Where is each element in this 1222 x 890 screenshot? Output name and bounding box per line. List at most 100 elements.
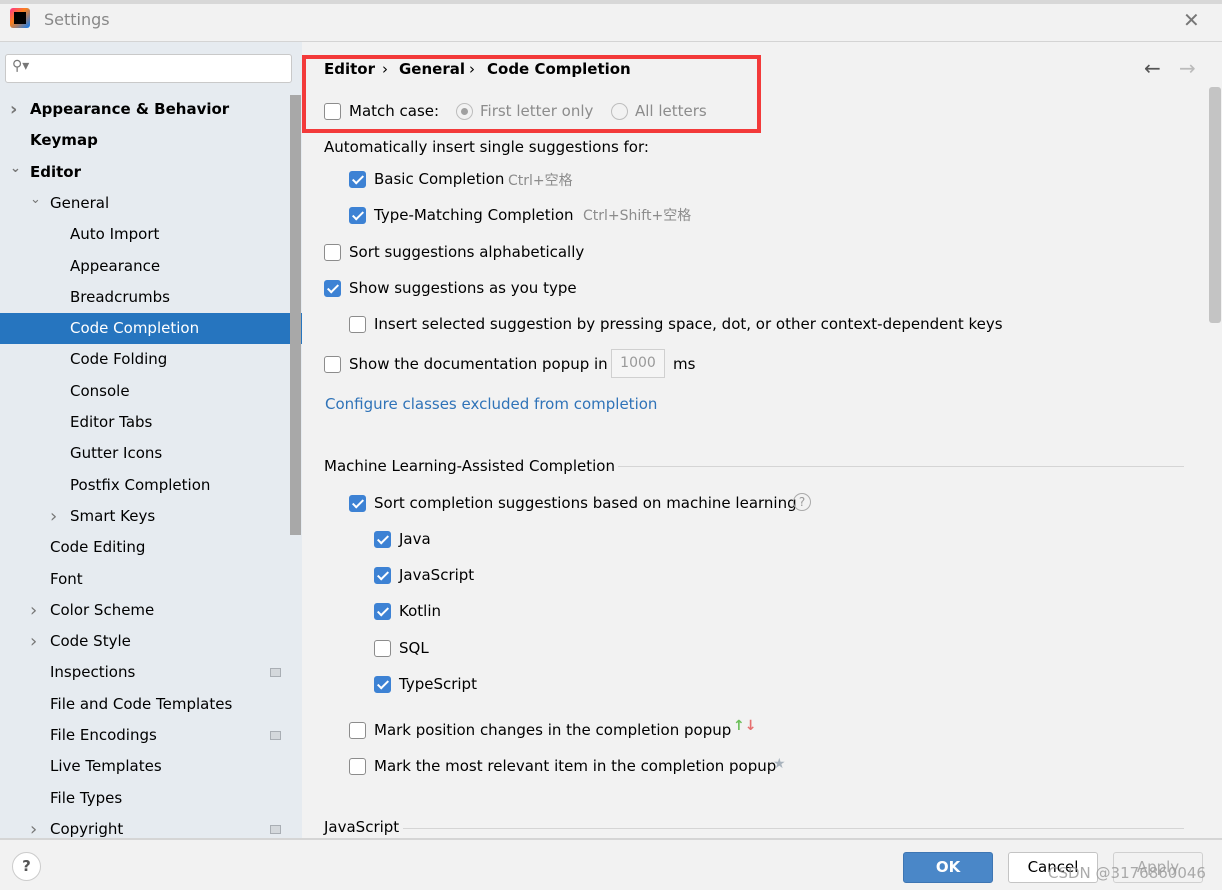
- sidebar-item-label: Smart Keys: [70, 506, 156, 525]
- ml-language-label: JavaScript: [399, 566, 475, 585]
- search-input[interactable]: ⚲▾: [5, 54, 292, 83]
- basic-completion-checkbox[interactable]: [349, 171, 366, 188]
- sidebar-item-label: Code Completion: [70, 319, 200, 338]
- insert-selected-checkbox[interactable]: [349, 316, 366, 333]
- sidebar-item-font[interactable]: Font: [0, 564, 290, 595]
- sidebar-item-keymap[interactable]: Keymap: [0, 125, 290, 156]
- sort-alpha-label: Sort suggestions alphabetically: [349, 243, 585, 261]
- back-arrow-icon[interactable]: ←: [1144, 56, 1161, 80]
- mark-position-label: Mark position changes in the completion …: [374, 721, 732, 739]
- breadcrumb-separator: ›: [469, 60, 475, 78]
- mark-relevant-label: Mark the most relevant item in the compl…: [374, 757, 777, 775]
- sidebar-item-label: Keymap: [30, 131, 98, 150]
- star-icon: ★: [773, 756, 786, 772]
- chevron-right-icon[interactable]: ›: [30, 626, 37, 657]
- sidebar-item-label: Postfix Completion: [70, 475, 211, 494]
- sidebar-item-color-scheme[interactable]: › Color Scheme: [0, 595, 290, 626]
- show-as-type-checkbox[interactable]: [324, 280, 341, 297]
- ml-sort-label: Sort completion suggestions based on mac…: [374, 494, 797, 512]
- mark-relevant-checkbox[interactable]: [349, 758, 366, 775]
- sidebar-item-code-completion[interactable]: Code Completion: [0, 313, 302, 345]
- sidebar-item-file-encodings[interactable]: File Encodings: [0, 720, 290, 751]
- sidebar-item-appearance-behavior[interactable]: › Appearance & Behavior: [0, 94, 290, 125]
- sidebar-item-editor[interactable]: ⌄ Editor: [0, 157, 290, 188]
- breadcrumb-editor[interactable]: Editor: [324, 60, 375, 78]
- chevron-down-icon[interactable]: ⌄: [10, 153, 21, 184]
- ml-language-checkbox[interactable]: [374, 639, 391, 657]
- sidebar-item-postfix-completion[interactable]: Postfix Completion: [0, 470, 290, 501]
- ml-language-checkbox[interactable]: [374, 531, 391, 548]
- sidebar-item-code-style[interactable]: › Code Style: [0, 626, 290, 657]
- chevron-right-icon[interactable]: ›: [50, 501, 57, 532]
- title-bar: [0, 0, 1222, 42]
- sidebar-item-label: Code Folding: [70, 350, 168, 369]
- ml-section-title: Machine Learning-Assisted Completion: [324, 457, 615, 475]
- breadcrumb-general[interactable]: General: [399, 60, 465, 78]
- ml-section-divider: [618, 466, 1184, 467]
- search-icon: ⚲▾: [12, 58, 30, 74]
- chevron-right-icon[interactable]: ›: [10, 94, 17, 125]
- ml-language-checkbox[interactable]: [374, 675, 391, 693]
- doc-popup-label: Show the documentation popup in: [349, 355, 608, 373]
- sidebar-item-editor-tabs[interactable]: Editor Tabs: [0, 407, 290, 438]
- js-section-divider: [403, 828, 1184, 829]
- type-matching-shortcut: Ctrl+Shift+空格: [583, 208, 692, 224]
- chevron-down-icon[interactable]: ⌄: [30, 184, 41, 215]
- sidebar-item-file-types[interactable]: File Types: [0, 783, 290, 814]
- ml-language-label: SQL: [399, 638, 429, 657]
- sidebar-item-breadcrumbs[interactable]: Breadcrumbs: [0, 282, 290, 313]
- sidebar-item-file-and-code-templates[interactable]: File and Code Templates: [0, 689, 290, 720]
- position-arrows-icon: ↑↓: [733, 718, 757, 734]
- ml-language-checkbox[interactable]: [374, 567, 391, 585]
- ok-button[interactable]: OK: [903, 852, 993, 883]
- match-case-checkbox[interactable]: [324, 103, 341, 120]
- chevron-right-icon[interactable]: ›: [30, 595, 37, 626]
- mark-position-checkbox[interactable]: [349, 722, 366, 739]
- sidebar-item-console[interactable]: Console: [0, 376, 290, 407]
- type-matching-label: Type-Matching Completion: [374, 206, 574, 224]
- content-scrollbar[interactable]: [1209, 87, 1221, 323]
- ml-language-checkbox[interactable]: [374, 603, 391, 621]
- sidebar-item-general[interactable]: ⌄ General: [0, 188, 290, 219]
- forward-arrow-icon[interactable]: →: [1179, 56, 1196, 80]
- all-letters-radio[interactable]: [611, 103, 628, 120]
- sidebar-item-label: Console: [70, 381, 130, 400]
- sidebar-item-copyright[interactable]: › Copyright: [0, 814, 290, 838]
- doc-popup-checkbox[interactable]: [324, 356, 341, 373]
- close-icon[interactable]: ✕: [1183, 8, 1200, 32]
- intellij-logo-icon: [10, 8, 30, 28]
- sidebar-item-gutter-icons[interactable]: Gutter Icons: [0, 438, 290, 469]
- sidebar-item-label: Gutter Icons: [70, 444, 163, 463]
- sidebar-item-label: Live Templates: [50, 757, 162, 776]
- auto-insert-header: Automatically insert single suggestions …: [324, 138, 649, 156]
- sidebar-item-label: General: [50, 193, 110, 212]
- basic-completion-shortcut: Ctrl+空格: [508, 173, 573, 189]
- sidebar-item-code-folding[interactable]: Code Folding: [0, 344, 290, 375]
- sidebar-item-code-editing[interactable]: Code Editing: [0, 532, 290, 563]
- sidebar-item-label: Appearance & Behavior: [30, 100, 230, 118]
- first-letter-radio[interactable]: [456, 103, 473, 120]
- sidebar-item-auto-import[interactable]: Auto Import: [0, 219, 290, 250]
- type-matching-checkbox[interactable]: [349, 207, 366, 224]
- sidebar-item-smart-keys[interactable]: › Smart Keys: [0, 501, 290, 532]
- first-letter-label: First letter only: [480, 102, 594, 120]
- sidebar-item-label: File and Code Templates: [50, 694, 233, 713]
- sidebar-item-inspections[interactable]: Inspections: [0, 657, 290, 688]
- sidebar-item-label: Color Scheme: [50, 600, 155, 619]
- sidebar-item-live-templates[interactable]: Live Templates: [0, 751, 290, 782]
- sort-alpha-checkbox[interactable]: [324, 244, 341, 261]
- sidebar-item-label: Code Editing: [50, 538, 146, 557]
- configure-classes-link[interactable]: Configure classes excluded from completi…: [325, 395, 657, 413]
- project-level-icon: [270, 824, 281, 834]
- basic-completion-label: Basic Completion: [374, 170, 505, 188]
- chevron-right-icon[interactable]: ›: [30, 814, 37, 838]
- sidebar-item-label: Editor Tabs: [70, 413, 153, 431]
- help-button[interactable]: ?: [12, 852, 41, 881]
- doc-popup-delay-input[interactable]: 1000: [611, 349, 665, 378]
- help-icon[interactable]: ?: [793, 493, 811, 511]
- sidebar-item-appearance[interactable]: Appearance: [0, 251, 290, 282]
- ml-language-label: Kotlin: [399, 602, 441, 621]
- sidebar-scrollbar[interactable]: [290, 95, 301, 535]
- ml-sort-checkbox[interactable]: [349, 495, 366, 512]
- insert-selected-label: Insert selected suggestion by pressing s…: [374, 315, 1003, 333]
